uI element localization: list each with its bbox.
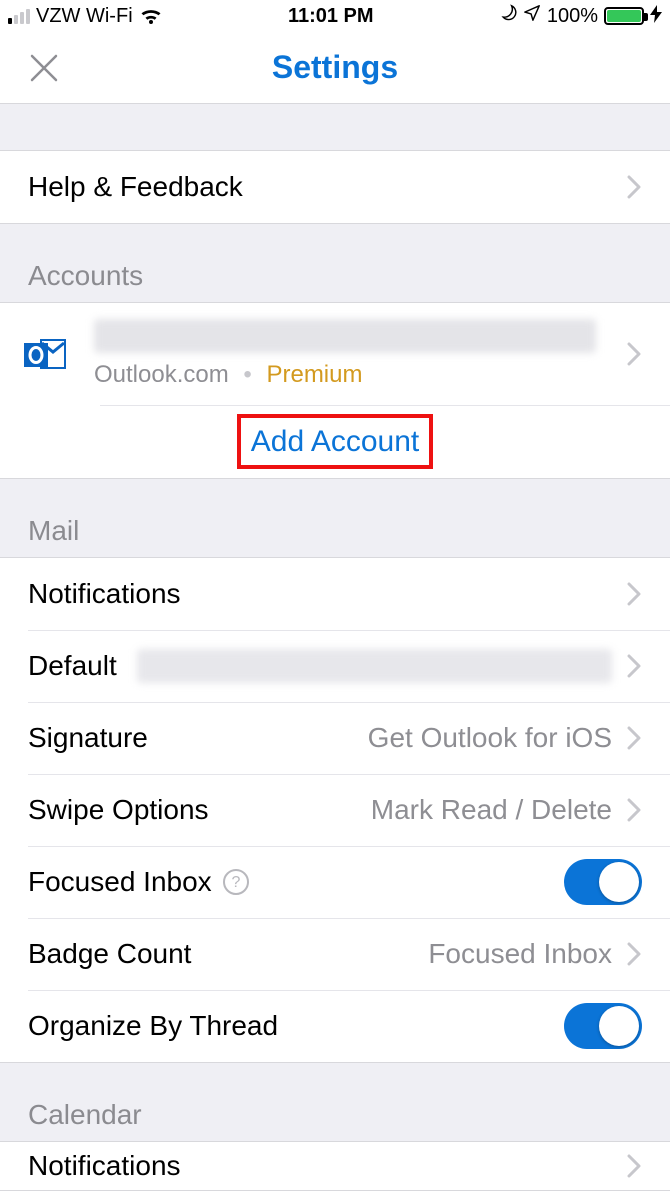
separator-dot: • — [243, 361, 251, 388]
wifi-icon — [139, 7, 163, 25]
chevron-right-icon — [626, 341, 642, 367]
mail-notifications-label: Notifications — [28, 578, 181, 610]
default-account-row[interactable]: Default — [0, 630, 670, 702]
nav-header: Settings — [0, 32, 670, 104]
focused-inbox-toggle[interactable] — [564, 859, 642, 905]
section-header-accounts: Accounts — [0, 224, 670, 302]
location-icon — [523, 4, 541, 28]
carrier-label: VZW Wi-Fi — [36, 5, 133, 28]
help-feedback-row[interactable]: Help & Feedback — [0, 151, 670, 223]
signature-row[interactable]: Signature Get Outlook for iOS — [0, 702, 670, 774]
swipe-options-label: Swipe Options — [28, 794, 209, 826]
battery-icon — [604, 7, 644, 25]
organize-by-thread-label: Organize By Thread — [28, 1010, 278, 1042]
account-row[interactable]: Outlook.com • Premium — [0, 303, 670, 405]
badge-count-label: Badge Count — [28, 938, 191, 970]
calendar-notifications-label: Notifications — [28, 1150, 181, 1182]
battery-percent: 100% — [547, 5, 598, 28]
status-bar: VZW Wi-Fi 11:01 PM 100% — [0, 0, 670, 32]
chevron-right-icon — [626, 725, 642, 751]
status-time: 11:01 PM — [288, 5, 374, 28]
chevron-right-icon — [626, 1153, 642, 1179]
swipe-options-row[interactable]: Swipe Options Mark Read / Delete — [0, 774, 670, 846]
help-feedback-label: Help & Feedback — [28, 171, 243, 203]
default-label: Default — [28, 650, 117, 682]
section-header-mail: Mail — [0, 479, 670, 557]
close-icon[interactable] — [28, 52, 60, 84]
do-not-disturb-icon — [499, 4, 517, 28]
focused-inbox-row: Focused Inbox ? — [0, 846, 670, 918]
swipe-options-value: Mark Read / Delete — [371, 794, 612, 826]
badge-count-row[interactable]: Badge Count Focused Inbox — [0, 918, 670, 990]
account-provider: Outlook.com — [94, 361, 229, 388]
badge-count-value: Focused Inbox — [428, 938, 612, 970]
focused-inbox-label: Focused Inbox — [28, 866, 212, 898]
add-account-button[interactable]: Add Account — [0, 406, 670, 478]
charging-icon — [650, 5, 662, 28]
chevron-right-icon — [626, 174, 642, 200]
chevron-right-icon — [626, 581, 642, 607]
default-value-redacted — [137, 649, 612, 683]
chevron-right-icon — [626, 653, 642, 679]
mail-notifications-row[interactable]: Notifications — [0, 558, 670, 630]
add-account-label: Add Account — [251, 425, 419, 459]
chevron-right-icon — [626, 797, 642, 823]
page-title: Settings — [272, 49, 398, 86]
signature-value: Get Outlook for iOS — [368, 722, 612, 754]
help-icon[interactable]: ? — [222, 868, 250, 896]
svg-text:?: ? — [231, 874, 240, 891]
organize-by-thread-row: Organize By Thread — [0, 990, 670, 1062]
organize-by-thread-toggle[interactable] — [564, 1003, 642, 1049]
cellular-signal-icon — [8, 9, 30, 24]
section-header-calendar: Calendar — [0, 1063, 670, 1141]
account-tier: Premium — [266, 361, 362, 388]
calendar-notifications-row[interactable]: Notifications — [0, 1142, 670, 1190]
account-email-redacted — [94, 319, 596, 353]
outlook-icon — [20, 329, 70, 379]
chevron-right-icon — [626, 941, 642, 967]
signature-label: Signature — [28, 722, 148, 754]
